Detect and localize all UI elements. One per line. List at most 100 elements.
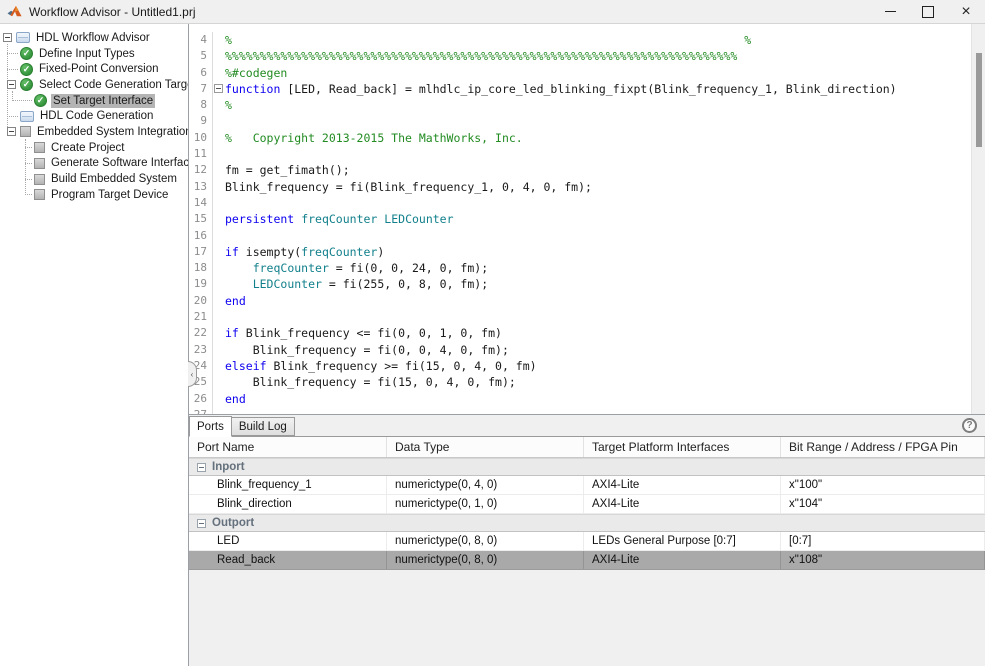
table-row[interactable]: Read_backnumerictype(0, 8, 0)AXI4-Litex"…	[189, 551, 985, 570]
code-line: 20 end	[189, 293, 985, 309]
line-number: 8	[189, 97, 209, 113]
sidebar-item-select-code-generation-target[interactable]: Select Code Generation Target	[0, 77, 188, 93]
table-row[interactable]: Blink_frequency_1numerictype(0, 4, 0)AXI…	[189, 476, 985, 495]
tab-build-log[interactable]: Build Log	[231, 417, 295, 436]
code-token: isempty(	[239, 245, 301, 259]
table-cell: numerictype(0, 1, 0)	[387, 495, 584, 513]
collapse-expander-icon[interactable]	[7, 80, 16, 89]
line-number: 23	[189, 342, 209, 358]
code-token: end	[225, 294, 246, 308]
tree-connector-stub	[25, 194, 32, 195]
sidebar-item-label: Program Target Device	[49, 188, 170, 202]
window-controls	[871, 0, 985, 23]
help-icon[interactable]: ?	[962, 418, 977, 433]
table-row[interactable]: Blink_directionnumerictype(0, 1, 0)AXI4-…	[189, 495, 985, 514]
group-collapse-icon[interactable]	[197, 519, 206, 528]
code-token: Blink_frequency = fi(Blink_frequency_1, …	[225, 180, 592, 194]
fold-gutter	[212, 195, 225, 211]
ports-table: Port NameData TypeTarget Platform Interf…	[189, 437, 985, 666]
code-token: freqCounter	[301, 245, 377, 259]
collapse-expander-icon[interactable]	[7, 127, 16, 136]
main-area: HDL Workflow AdvisorDefine Input TypesFi…	[0, 24, 985, 666]
sidebar-item-label: HDL Code Generation	[38, 109, 155, 123]
code-text: end	[225, 293, 985, 309]
fold-gutter	[212, 391, 225, 407]
fold-gutter	[212, 97, 225, 113]
code-text: freqCounter = fi(0, 0, 24, 0, fm);	[225, 260, 985, 276]
tab-ports[interactable]: Ports	[189, 416, 232, 437]
close-button[interactable]	[947, 0, 985, 23]
sidebar-item-define-input-types[interactable]: Define Input Types	[0, 46, 188, 62]
code-token: freqCounter	[253, 261, 329, 275]
code-line: 21	[189, 309, 985, 325]
sidebar-item-hdl-workflow-advisor[interactable]: HDL Workflow Advisor	[0, 30, 188, 46]
line-number: 12	[189, 162, 209, 178]
fold-gutter	[212, 81, 225, 97]
line-number: 16	[189, 228, 209, 244]
table-cell: AXI4-Lite	[584, 495, 781, 513]
fold-gutter	[212, 325, 225, 341]
line-number: 20	[189, 293, 209, 309]
sidebar-item-embedded-system-integration[interactable]: Embedded System Integration	[0, 124, 188, 140]
fold-gutter	[212, 260, 225, 276]
code-line: 22if Blink_frequency <= fi(0, 0, 1, 0, f…	[189, 325, 985, 341]
tree-connector-stub	[12, 100, 32, 101]
right-pane: ‹ 4% %5%%%%%%%%%%%%%%%%%%%%%%%%%%%%%%%%%…	[189, 24, 985, 666]
table-cell: x"104"	[781, 495, 985, 513]
code-token: elseif	[225, 359, 267, 373]
sidebar-item-fixed-point-conversion[interactable]: Fixed-Point Conversion	[0, 61, 188, 77]
fold-gutter	[212, 211, 225, 227]
sidebar-item-label: Select Code Generation Target	[37, 78, 189, 92]
table-cell: Read_back	[189, 551, 387, 569]
code-text: fm = get_fimath();	[225, 162, 985, 178]
code-token: LEDCounter	[384, 212, 453, 226]
port-group-label: Outport	[212, 517, 254, 529]
code-token: function	[225, 82, 280, 96]
code-token: )	[377, 245, 384, 259]
code-line: 16	[189, 228, 985, 244]
group-collapse-icon[interactable]	[197, 463, 206, 472]
sidebar-item-set-target-interface[interactable]: Set Target Interface	[0, 93, 188, 109]
collapse-expander-icon[interactable]	[3, 33, 12, 42]
editor-scrollbar[interactable]	[971, 24, 985, 414]
line-number: 22	[189, 325, 209, 341]
fold-gutter	[212, 309, 225, 325]
sidebar-item-build-embedded-system[interactable]: Build Embedded System	[0, 171, 188, 187]
table-cell: numerictype(0, 8, 0)	[387, 551, 584, 569]
fold-gutter	[212, 65, 225, 81]
port-group-outport[interactable]: Outport	[189, 514, 985, 532]
task-passed-check-icon	[34, 94, 47, 107]
table-cell: x"108"	[781, 551, 985, 569]
tree-connector-stub	[7, 53, 18, 54]
maximize-button[interactable]	[909, 0, 947, 23]
table-cell: AXI4-Lite	[584, 476, 781, 494]
task-passed-check-icon	[20, 78, 33, 91]
fold-gutter	[212, 342, 225, 358]
code-text: Blink_frequency = fi(15, 0, 4, 0, fm);	[225, 374, 985, 390]
table-row[interactable]: LEDnumerictype(0, 8, 0)LEDs General Purp…	[189, 532, 985, 551]
sidebar-item-generate-software-interface[interactable]: Generate Software Interface	[0, 156, 188, 172]
code-line: 23 Blink_frequency = fi(0, 0, 4, 0, fm);	[189, 342, 985, 358]
sidebar-item-label: Generate Software Interface	[49, 156, 189, 170]
code-editor[interactable]: 4% %5%%%%%%%%%%%%%%%%%%%%%%%%%%%%%%%%%%%…	[189, 24, 985, 415]
fold-gutter	[212, 374, 225, 390]
line-number: 9	[189, 113, 209, 129]
minimize-button[interactable]	[871, 0, 909, 23]
code-fold-collapse-icon[interactable]	[214, 84, 223, 93]
sidebar-item-label: Build Embedded System	[49, 172, 179, 186]
workflow-tree: HDL Workflow AdvisorDefine Input TypesFi…	[0, 24, 189, 666]
sidebar-item-hdl-code-generation[interactable]: HDL Code Generation	[0, 108, 188, 124]
code-token: if	[225, 245, 239, 259]
fold-gutter	[212, 228, 225, 244]
code-text	[225, 309, 985, 325]
code-line: 13Blink_frequency = fi(Blink_frequency_1…	[189, 179, 985, 195]
sidebar-item-create-project[interactable]: Create Project	[0, 140, 188, 156]
sidebar-item-program-target-device[interactable]: Program Target Device	[0, 187, 188, 203]
ports-panel: PortsBuild Log ? Port NameData TypeTarge…	[189, 415, 985, 666]
task-pending-icon	[34, 174, 45, 185]
code-text: %#codegen	[225, 65, 985, 81]
fold-gutter	[212, 32, 225, 48]
port-group-inport[interactable]: Inport	[189, 458, 985, 476]
line-number: 11	[189, 146, 209, 162]
editor-scrollbar-thumb[interactable]	[976, 53, 982, 147]
